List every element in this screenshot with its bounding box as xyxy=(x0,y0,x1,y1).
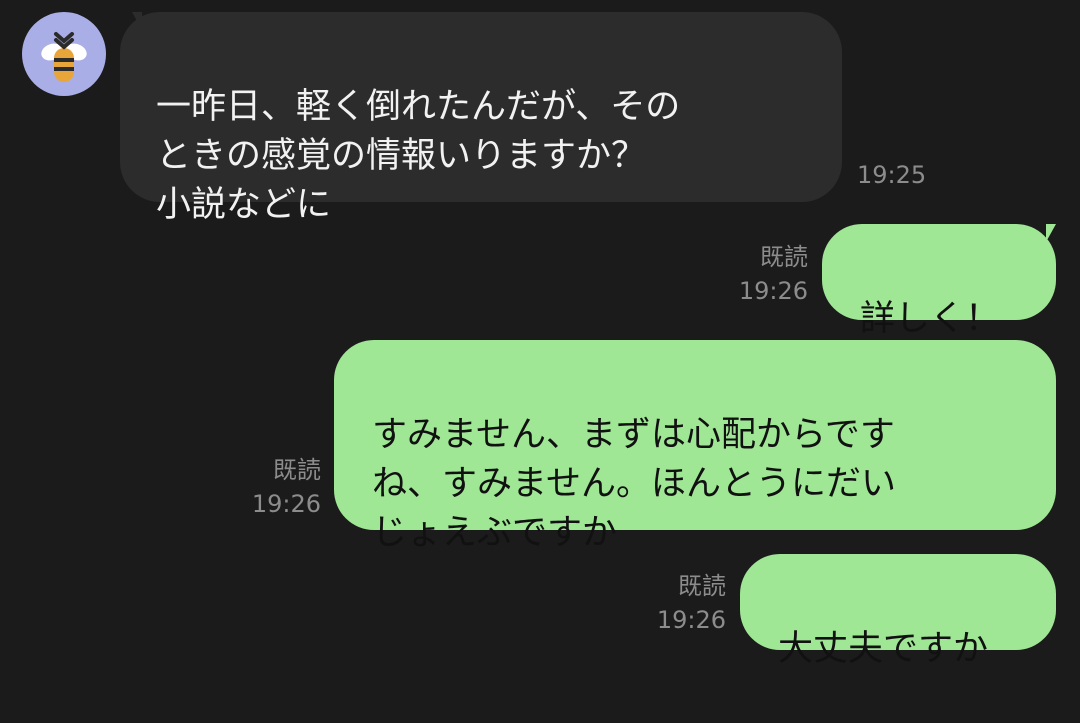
outgoing-bubble-tail xyxy=(1046,224,1074,242)
message-meta: 19:25 xyxy=(857,160,926,190)
message-meta: 既読 19:26 xyxy=(243,455,321,519)
message-time: 19:26 xyxy=(251,490,321,518)
message-text: 一昨日、軽く倒れたんだが、その ときの感覚の情報いりますか？ 小説などに xyxy=(156,87,681,225)
read-receipt: 既読 xyxy=(273,456,321,484)
outgoing-message-bubble[interactable]: 詳しく！ xyxy=(822,224,1056,339)
outgoing-message-bubble[interactable]: 大丈夫ですか xyxy=(740,554,1056,669)
message-text: すみません、まずは心配からです ね、すみません。ほんとうにだい じょえぶですか xyxy=(372,415,896,553)
message-meta: 既読 19:26 xyxy=(730,242,808,306)
read-receipt: 既読 xyxy=(760,243,808,271)
incoming-message-bubble[interactable]: 一昨日、軽く倒れたんだが、その ときの感覚の情報いりますか？ 小説などに xyxy=(120,12,842,225)
outgoing-message-bubble[interactable]: すみません、まずは心配からです ね、すみません。ほんとうにだい じょえぶですか xyxy=(334,340,1056,553)
read-receipt: 既読 xyxy=(678,572,726,600)
message-meta: 既読 19:26 xyxy=(648,571,726,635)
message-text: 大丈夫ですか xyxy=(778,629,989,669)
bee-icon xyxy=(41,32,87,82)
message-text: 詳しく！ xyxy=(860,299,1001,339)
message-time: 19:25 xyxy=(857,161,927,189)
message-time: 19:26 xyxy=(738,277,808,305)
message-time: 19:26 xyxy=(656,606,726,634)
contact-avatar[interactable] xyxy=(22,12,106,96)
